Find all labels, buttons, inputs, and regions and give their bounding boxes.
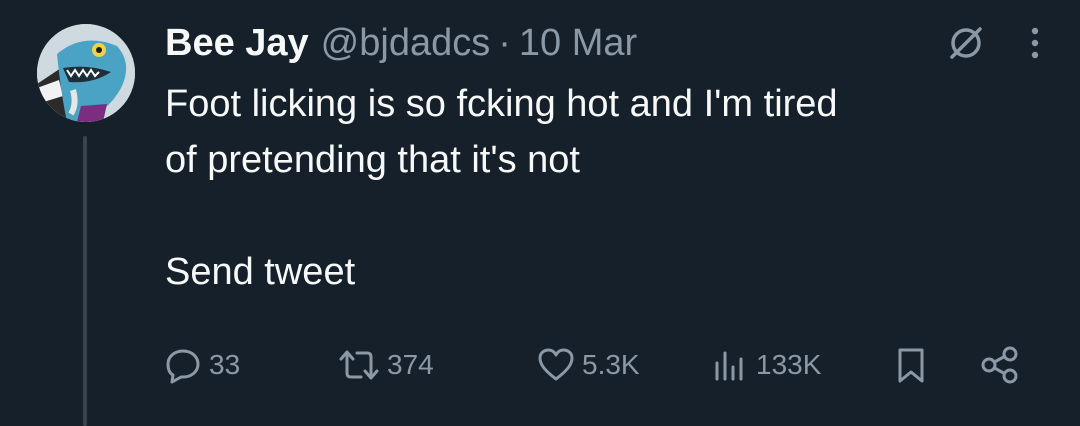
heart-icon bbox=[536, 345, 576, 385]
views-icon bbox=[710, 345, 750, 385]
reply-icon bbox=[163, 345, 203, 385]
author-handle[interactable]: @bjdadcs bbox=[321, 18, 491, 68]
like-count: 5.3K bbox=[582, 349, 640, 380]
tweet-header: Bee Jay @bjdadcs · 10 Mar bbox=[165, 18, 637, 68]
more-options-icon[interactable] bbox=[1030, 23, 1040, 68]
avatar[interactable] bbox=[37, 24, 135, 122]
tweet-top-icons bbox=[944, 20, 1040, 70]
tweet-text-line: Foot licking is so fcking hot and I'm ti… bbox=[165, 83, 838, 125]
retweet-button[interactable]: 374 bbox=[337, 343, 434, 387]
tweet-text-line: of pretending that it's not bbox=[165, 139, 580, 181]
no-ads-icon[interactable] bbox=[944, 21, 988, 70]
thread-line bbox=[83, 136, 87, 426]
separator-dot: · bbox=[498, 22, 511, 64]
avatar-illustration bbox=[37, 24, 135, 122]
bookmark-button[interactable] bbox=[891, 343, 931, 387]
like-button[interactable]: 5.3K bbox=[536, 343, 640, 387]
bookmark-icon bbox=[891, 345, 931, 385]
retweet-count: 374 bbox=[387, 349, 434, 380]
author-name[interactable]: Bee Jay bbox=[165, 18, 309, 68]
share-button[interactable] bbox=[978, 343, 1022, 387]
reply-count: 33 bbox=[209, 349, 241, 380]
views-button[interactable]: 133K bbox=[710, 343, 821, 387]
tweet-text-line: Send tweet bbox=[165, 251, 356, 293]
tweet-text: Foot licking is so fcking hot and I'm ti… bbox=[165, 76, 1045, 300]
share-icon bbox=[978, 345, 1022, 385]
tweet-date[interactable]: 10 Mar bbox=[519, 18, 637, 68]
reply-button[interactable]: 33 bbox=[163, 343, 240, 387]
action-bar: 33 374 5.3K 133K bbox=[163, 343, 1033, 387]
views-count: 133K bbox=[756, 349, 822, 380]
retweet-icon bbox=[337, 345, 381, 385]
